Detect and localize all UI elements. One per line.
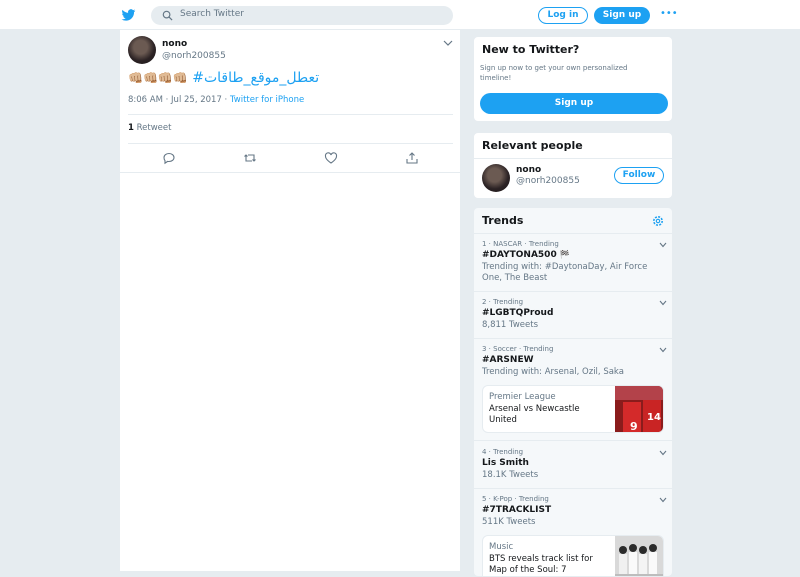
- tweet-detail: nono @norh200855 👊🏼👊🏼👊🏼👊🏼 #تعطل_موقع_طاق…: [119, 30, 461, 571]
- trend-context: 2 · Trending: [482, 298, 524, 306]
- tweet-time[interactable]: 8:06 AM · Jul 25, 2017: [128, 95, 222, 105]
- person-handle[interactable]: @norh200855: [516, 176, 580, 186]
- tweet-emoji: 👊🏼👊🏼👊🏼👊🏼: [128, 71, 188, 85]
- divider: [120, 172, 460, 173]
- trend-subtext: 511K Tweets: [482, 517, 536, 527]
- divider: [474, 488, 672, 489]
- divider: [128, 114, 453, 115]
- flag-icon: 🏁: [559, 250, 570, 259]
- story-title: BTS reveals track list for Map of the So…: [489, 554, 593, 575]
- tweet-text: 👊🏼👊🏼👊🏼👊🏼 #تعطل_موقع_طاقات: [128, 70, 319, 86]
- trend-context: 4 · Trending: [482, 448, 524, 456]
- relevant-people-card: Relevant people nono @norh200855 Follow: [473, 132, 673, 199]
- signup-card-button[interactable]: Sign up: [480, 93, 668, 114]
- trend-subtext: 18.1K Tweets: [482, 470, 539, 480]
- card-description: Sign up now to get your own personalized…: [480, 64, 628, 82]
- trend-item[interactable]: 5 · K-Pop · Trending #7TRACKLIST 511K Tw…: [482, 495, 667, 528]
- login-button[interactable]: Log in: [538, 7, 588, 24]
- like-icon[interactable]: [324, 151, 338, 165]
- retweet-count: 1: [128, 123, 134, 133]
- trend-name: #ARSNEW: [482, 355, 534, 365]
- chevron-down-icon[interactable]: [443, 39, 453, 47]
- follow-button[interactable]: Follow: [614, 167, 664, 184]
- divider: [474, 440, 672, 441]
- divider: [474, 233, 672, 234]
- search-icon: [162, 10, 173, 21]
- twitter-bird-icon[interactable]: [121, 8, 136, 22]
- more-menu-icon[interactable]: •••: [660, 8, 678, 19]
- gear-icon[interactable]: [652, 215, 664, 227]
- trend-item[interactable]: 1 · NASCAR · Trending #DAYTONA500 🏁 Tren…: [482, 240, 667, 284]
- trend-context: 1 · NASCAR · Trending: [482, 240, 559, 248]
- tweet-hashtag[interactable]: #تعطل_موقع_طاقات: [192, 70, 319, 86]
- trend-name: #DAYTONA500 🏁: [482, 250, 570, 260]
- avatar[interactable]: [482, 164, 510, 192]
- trend-item[interactable]: 4 · Trending Lis Smith 18.1K Tweets: [482, 448, 667, 481]
- top-navigation-bar: Search Twitter Log in Sign up •••: [0, 0, 800, 30]
- trend-subtext: Trending with: Arsenal, Ozil, Saka: [482, 367, 624, 377]
- chevron-down-icon[interactable]: [659, 300, 667, 306]
- svg-text:9: 9: [630, 420, 638, 433]
- meta-separator: ·: [221, 95, 230, 105]
- tweet-timestamp: 8:06 AM · Jul 25, 2017 · Twitter for iPh…: [128, 95, 304, 105]
- divider: [474, 158, 672, 159]
- trend-name: Lis Smith: [482, 458, 529, 468]
- svg-text:14: 14: [647, 412, 661, 423]
- trend-item[interactable]: 3 · Soccer · Trending #ARSNEW Trending w…: [482, 345, 667, 378]
- story-thumbnail: 9 14: [615, 386, 663, 433]
- news-story-card[interactable]: Premier League Arsenal vs Newcastle Unit…: [482, 385, 664, 433]
- signup-button[interactable]: Sign up: [594, 7, 650, 24]
- chevron-down-icon[interactable]: [659, 450, 667, 456]
- chevron-down-icon[interactable]: [659, 497, 667, 503]
- card-title: Trends: [482, 214, 524, 227]
- trend-context: 5 · K-Pop · Trending: [482, 495, 549, 503]
- tweet-stats[interactable]: 1 Retweet: [128, 123, 171, 133]
- story-title: Arsenal vs Newcastle United: [489, 404, 580, 425]
- trend-context: 3 · Soccer · Trending: [482, 345, 554, 353]
- divider: [474, 338, 672, 339]
- trends-card: Trends 1 · NASCAR · Trending #DAYTONA500…: [473, 207, 673, 577]
- trend-subtext: 8,811 Tweets: [482, 320, 538, 330]
- avatar[interactable]: [128, 36, 156, 64]
- trend-subtext: Trending with: #DaytonaDay, Air Force On…: [482, 262, 648, 283]
- tweet-author-name[interactable]: nono: [162, 39, 187, 49]
- tweet-source-link[interactable]: Twitter for iPhone: [230, 95, 304, 105]
- share-icon[interactable]: [405, 151, 419, 165]
- chevron-down-icon[interactable]: [659, 242, 667, 248]
- card-title: Relevant people: [482, 139, 583, 152]
- new-to-twitter-card: New to Twitter? Sign up now to get your …: [473, 36, 673, 122]
- trend-name: #7TRACKLIST: [482, 505, 552, 515]
- trend-item[interactable]: 2 · Trending #LGBTQProud 8,811 Tweets: [482, 298, 667, 331]
- retweet-label: Retweet: [136, 123, 172, 133]
- reply-icon[interactable]: [162, 151, 176, 165]
- retweet-icon[interactable]: [243, 151, 257, 165]
- card-title: New to Twitter?: [482, 43, 580, 56]
- divider: [474, 291, 672, 292]
- person-name[interactable]: nono: [516, 165, 541, 175]
- story-category: Premier League: [489, 392, 556, 402]
- story-category: Music: [489, 542, 514, 552]
- divider: [128, 143, 453, 144]
- chevron-down-icon[interactable]: [659, 347, 667, 353]
- tweet-author-handle[interactable]: @norh200855: [162, 51, 226, 61]
- search-box[interactable]: Search Twitter: [151, 6, 453, 25]
- search-placeholder[interactable]: Search Twitter: [180, 9, 244, 19]
- trend-name: #LGBTQProud: [482, 308, 554, 318]
